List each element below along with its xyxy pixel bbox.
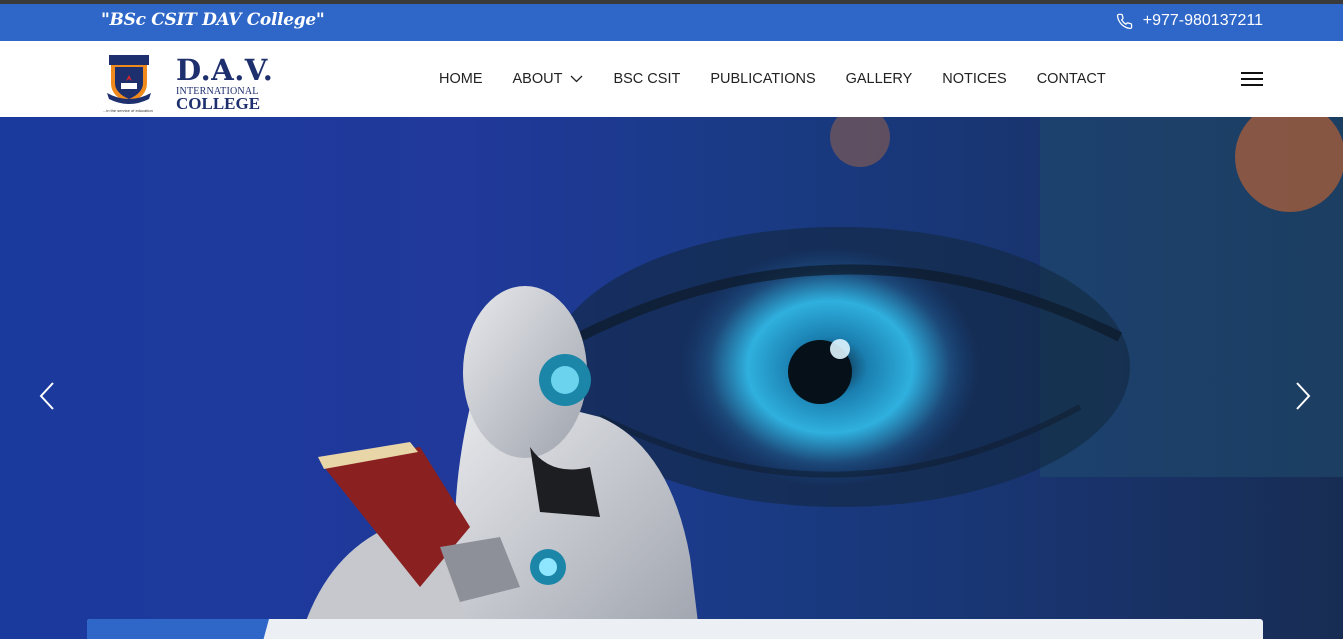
nav-notices-label: NOTICES (942, 71, 1007, 87)
nav-home-label: HOME (439, 71, 483, 87)
info-panel-tab[interactable] (87, 619, 269, 639)
nav-notices[interactable]: NOTICES (942, 71, 1006, 87)
nav-contact-label: CONTACT (1036, 71, 1106, 87)
college-logo[interactable]: D.A.V. INTERNATIONAL COLLEGE ...in the s… (103, 49, 274, 113)
phone-contact[interactable]: +977-980137211 (1116, 12, 1263, 30)
main-navbar: D.A.V. INTERNATIONAL COLLEGE ...in the s… (0, 41, 1343, 117)
chevron-left-icon[interactable] (33, 379, 63, 413)
nav-home[interactable]: HOME (439, 71, 483, 87)
nav-publications[interactable]: PUBLICATIONS (710, 71, 815, 87)
nav-bsc-csit[interactable]: BSC CSIT (613, 71, 680, 87)
top-bar: "BSc CSIT DAV College" +977-980137211 (0, 4, 1343, 41)
main-menu: HOME ABOUT BSC CSIT PUBLICATIONS GALLERY… (439, 41, 1106, 117)
nav-about-label: ABOUT (512, 71, 563, 87)
logo-motto: ...in the service of education (103, 108, 153, 113)
nav-publications-label: PUBLICATIONS (710, 71, 816, 87)
info-panel (87, 619, 1263, 639)
chevron-down-icon (570, 71, 583, 87)
hamburger-icon[interactable] (1241, 72, 1263, 87)
nav-gallery[interactable]: GALLERY (846, 71, 913, 87)
hero-slider (0, 117, 1343, 639)
logo-title: D.A.V. (176, 53, 274, 87)
phone-icon (1116, 13, 1133, 30)
tagline: "BSc CSIT DAV College" (101, 10, 325, 30)
college-crest-icon (103, 53, 155, 105)
chevron-right-icon[interactable] (1287, 379, 1317, 413)
nav-about[interactable]: ABOUT (513, 71, 584, 87)
phone-number[interactable]: +977-980137211 (1143, 12, 1263, 30)
logo-college: COLLEGE (176, 94, 261, 113)
nav-gallery-label: GALLERY (845, 71, 913, 87)
nav-bsc-csit-label: BSC CSIT (613, 71, 681, 87)
nav-contact[interactable]: CONTACT (1037, 71, 1106, 87)
hero-image (300, 117, 1343, 639)
